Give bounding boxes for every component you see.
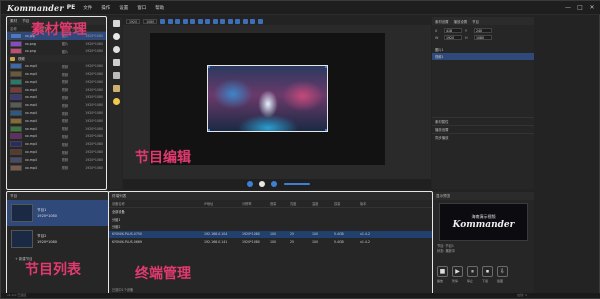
layer-name: 视频1 [435,55,444,59]
layer-up-icon[interactable] [220,18,226,24]
align-right-icon[interactable] [175,18,181,24]
fill-icon[interactable] [212,18,218,24]
layer-list: 图片1 视频1 [432,46,534,60]
minimize-icon[interactable]: — [563,4,573,12]
resize-handle-bl[interactable] [208,129,210,131]
material-overlay-label: 素材管理 [31,22,87,38]
h-field[interactable]: 1080 [474,35,492,40]
align-top-icon[interactable] [182,18,188,24]
layer-row[interactable]: 图片1 [432,46,534,53]
material-panel-outline [6,16,107,190]
w-field[interactable]: 1920 [444,35,462,40]
height-select[interactable]: 1080 [143,18,158,24]
tab-play-settings[interactable]: 播放设置 [454,19,468,24]
volume-slider[interactable] [284,183,310,185]
position-fields: X 418 Y 240 W 1920 H 1080 [432,25,534,43]
web-tool-icon[interactable] [112,72,120,79]
preview-status: 状态: 播放中 [437,249,456,253]
image-tool-icon[interactable] [112,33,120,40]
stop-button[interactable]: ■ [437,266,448,277]
program-overlay-label: 节目列表 [25,262,81,278]
section-material-props[interactable]: 素材属性 [432,117,534,125]
preview-buttons: ■ ▶ ⏸ ⏹ ⇩ [437,266,512,277]
play-button[interactable]: ▶ [452,266,463,277]
layer-row[interactable]: 视频1 [432,53,534,60]
fit-icon[interactable] [205,18,211,24]
terminal-overlay-label: 终端管理 [135,266,191,282]
width-select[interactable]: 1920 [126,18,141,24]
resize-handle-tr[interactable] [325,66,327,68]
align-left-icon[interactable] [160,18,166,24]
status-right: 在线: 2 [517,293,527,297]
label-stop: 停止 [467,279,474,283]
grid-icon[interactable] [257,18,263,24]
pause-button[interactable]: ⏸ [467,266,478,277]
editor-toolbar: 1920 1080 [123,17,431,25]
w-label: W [435,35,439,40]
app-logo: Kommander [7,2,64,13]
editor-overlay-label: 节目编辑 [135,150,191,166]
delete-icon[interactable] [242,18,248,24]
media-element[interactable] [207,65,328,132]
timer-tool-icon[interactable] [112,85,120,92]
lock-icon[interactable] [250,18,256,24]
halt-button[interactable]: ⏹ [482,266,493,277]
next-icon[interactable] [271,181,277,187]
property-sections: 素材属性 播放设置 同步播放 [432,117,534,141]
play-icon[interactable] [259,181,265,187]
h-label: H [465,35,468,40]
preview-screen[interactable]: 海南演示视频 Kommander [439,203,528,241]
menu-help[interactable]: 帮助 [155,5,164,11]
weather-tool-icon[interactable] [112,98,120,105]
preview-info: 节目: 节目1 状态: 播放中 [437,244,455,254]
preview-header: 显示预览 [433,192,534,200]
menu-settings[interactable]: 设置 [119,5,128,11]
tool-strip [110,17,122,189]
text-tool-icon[interactable] [112,20,120,27]
window-controls: — □ ✕ [561,4,597,12]
preview-panel: 显示预览 海南演示视频 Kommander 节目: 节目1 状态: 播放中 ■ … [433,192,534,294]
align-middle-icon[interactable] [190,18,196,24]
layer-name: 图片1 [435,48,444,52]
status-bar: v1.0.0 已连接 [1,293,600,298]
playback-bar [123,179,431,189]
section-sync-play[interactable]: 同步播放 [432,133,534,141]
title-bar: Kommander PE 文件 操作 设置 窗口 帮助 — □ ✕ [1,1,600,15]
tab-program[interactable]: 节目 [472,19,479,24]
close-icon[interactable]: ✕ [587,4,597,12]
align-bottom-icon[interactable] [197,18,203,24]
label-download: 下载 [482,279,489,283]
resize-handle-br[interactable] [325,129,327,131]
y-label: Y [465,28,468,33]
menu-operate[interactable]: 操作 [101,5,110,11]
label-pause: 暂停 [452,279,459,283]
prev-icon[interactable] [247,181,253,187]
program-panel-outline [6,191,109,295]
preview-logo: Kommander [452,220,515,230]
properties-panel: 素材设置 播放设置 节目 X 418 Y 240 W 1920 H 1080 图… [432,17,534,189]
section-play-settings[interactable]: 播放设置 [432,125,534,133]
x-field[interactable]: 418 [444,28,462,33]
resize-handle-tl[interactable] [208,66,210,68]
video-tool-icon[interactable] [112,59,120,66]
download-button[interactable]: ⇩ [497,266,508,277]
preview-button-labels: 播放 暂停 停止 下载 截图 [437,279,512,283]
maximize-icon[interactable]: □ [575,4,585,12]
properties-tabs: 素材设置 播放设置 节目 [432,17,534,25]
copy-icon[interactable] [235,18,241,24]
app-window: Kommander PE 文件 操作 设置 窗口 帮助 — □ ✕ 素材 节目 … [0,0,600,299]
menu-file[interactable]: 文件 [83,5,92,11]
clock-tool-icon[interactable] [112,46,120,53]
menu-bar: 文件 操作 设置 窗口 帮助 [83,5,173,11]
x-label: X [435,28,438,33]
tab-material-settings[interactable]: 素材设置 [435,19,449,24]
status-left: v1.0.0 已连接 [7,293,27,297]
layer-down-icon[interactable] [227,18,233,24]
align-center-icon[interactable] [167,18,173,24]
label-snapshot: 截图 [497,279,504,283]
app-edition: PE [66,4,76,11]
label-play: 播放 [437,279,444,283]
menu-window[interactable]: 窗口 [137,5,146,11]
y-field[interactable]: 240 [474,28,492,33]
